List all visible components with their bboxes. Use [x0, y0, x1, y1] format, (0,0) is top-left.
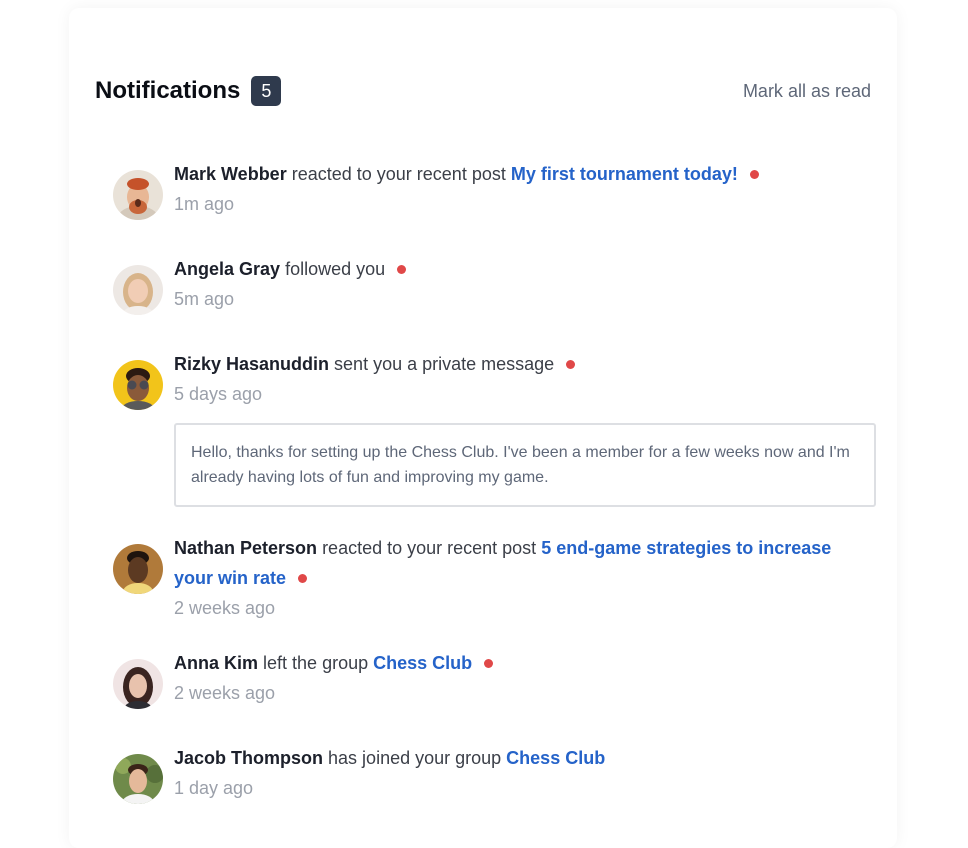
notification-item[interactable]: Anna Kim left the group Chess Club 2 wee… — [113, 648, 863, 709]
avatar-nathan-peterson[interactable] — [113, 544, 163, 594]
notification-text: Jacob Thompson has joined your group Che… — [174, 743, 863, 773]
avatar-mark-webber[interactable] — [113, 170, 163, 220]
notification-text: Mark Webber reacted to your recent post … — [174, 159, 863, 189]
notification-user-name[interactable]: Angela Gray — [174, 259, 280, 279]
avatar-angela-gray[interactable] — [113, 265, 163, 315]
notifications-header: Notifications 5 Mark all as read — [95, 76, 871, 106]
notification-user-name[interactable]: Mark Webber — [174, 164, 287, 184]
notification-user-name[interactable]: Anna Kim — [174, 653, 258, 673]
notification-action: sent you a private message — [334, 354, 555, 374]
notification-item[interactable]: Rizky Hasanuddin sent you a private mess… — [113, 349, 876, 507]
notification-action: reacted to your recent post — [291, 164, 506, 184]
notification-target-link[interactable]: My first tournament today! — [511, 164, 738, 184]
unread-count-badge: 5 — [251, 76, 282, 106]
notification-body: Nathan Peterson reacted to your recent p… — [174, 533, 863, 623]
notification-time: 2 weeks ago — [174, 683, 276, 703]
title-wrap: Notifications 5 — [95, 76, 282, 106]
notification-item[interactable]: Angela Gray followed you 5m ago — [113, 254, 863, 315]
unread-dot — [749, 170, 759, 179]
notification-user-name[interactable]: Jacob Thompson — [174, 748, 323, 768]
unread-dot — [397, 265, 407, 274]
mark-all-read-button[interactable]: Mark all as read — [743, 81, 871, 102]
notification-time: 1m ago — [174, 194, 235, 214]
notification-body: Angela Gray followed you 5m ago — [174, 254, 863, 314]
unread-dot — [566, 360, 576, 369]
notification-time: 1 day ago — [174, 778, 254, 798]
page-title: Notifications — [95, 77, 241, 104]
notification-text: Angela Gray followed you — [174, 254, 863, 284]
notification-user-name[interactable]: Nathan Peterson — [174, 538, 317, 558]
notification-text: Nathan Peterson reacted to your recent p… — [174, 533, 863, 593]
notification-target-link[interactable]: Chess Club — [506, 748, 605, 768]
notification-action: has joined your group — [328, 748, 502, 768]
notification-text: Rizky Hasanuddin sent you a private mess… — [174, 349, 876, 379]
notification-time: 2 weeks ago — [174, 598, 276, 618]
notification-body: Jacob Thompson has joined your group Che… — [174, 743, 863, 803]
notification-body: Mark Webber reacted to your recent post … — [174, 159, 863, 219]
notification-item[interactable]: Jacob Thompson has joined your group Che… — [113, 743, 863, 804]
private-message-preview[interactable]: Hello, thanks for setting up the Chess C… — [174, 423, 876, 507]
notification-action: reacted to your recent post — [322, 538, 537, 558]
notification-time: 5 days ago — [174, 384, 263, 404]
unread-dot — [298, 574, 308, 583]
notification-time: 5m ago — [174, 289, 235, 309]
notification-item[interactable]: Nathan Peterson reacted to your recent p… — [113, 533, 863, 623]
notification-action: followed you — [285, 259, 386, 279]
avatar-rizky-hasanuddin[interactable] — [113, 360, 163, 410]
notification-action: left the group — [263, 653, 369, 673]
notification-target-link[interactable]: Chess Club — [373, 653, 472, 673]
notification-body: Anna Kim left the group Chess Club 2 wee… — [174, 648, 863, 708]
notification-item[interactable]: Mark Webber reacted to your recent post … — [113, 159, 863, 220]
notifications-card: Notifications 5 Mark all as read Mark We… — [69, 8, 897, 848]
notification-body: Rizky Hasanuddin sent you a private mess… — [174, 349, 876, 507]
unread-dot — [484, 659, 494, 668]
avatar-jacob-thompson[interactable] — [113, 754, 163, 804]
notification-text: Anna Kim left the group Chess Club — [174, 648, 863, 678]
notification-user-name[interactable]: Rizky Hasanuddin — [174, 354, 329, 374]
avatar-anna-kim[interactable] — [113, 659, 163, 709]
